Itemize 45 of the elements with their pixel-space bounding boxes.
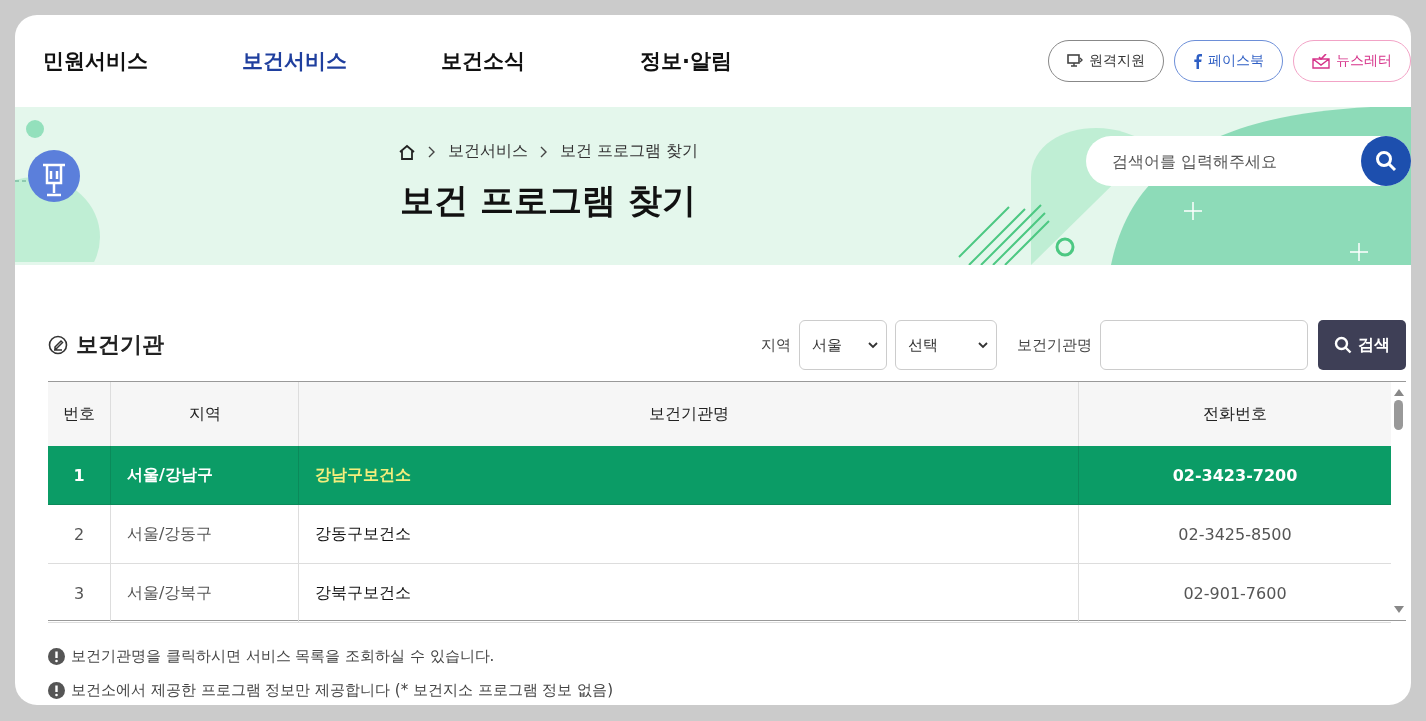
breadcrumb-link[interactable]: 보건서비스 <box>447 141 528 162</box>
table-cell: 3 <box>48 563 111 623</box>
table-cell: 1 <box>48 446 111 505</box>
table-link[interactable]: 강북구보건소 <box>298 563 1079 623</box>
column-header: 전화번호 <box>1078 382 1391 446</box>
search-button[interactable]: 검색 <box>1318 320 1406 370</box>
pencil-icon <box>48 335 68 355</box>
column-header: 지역 <box>110 382 299 446</box>
table-cell: 서울/강동구 <box>110 504 299 564</box>
nav-item[interactable]: 정보·알림 <box>640 47 839 75</box>
envelope-icon <box>1312 53 1330 69</box>
column-header: 번호 <box>48 382 111 446</box>
table-cell: 2 <box>48 504 111 564</box>
table-cell: 02-3423-7200 <box>1078 446 1391 505</box>
field-label: 보건기관명 <box>1017 335 1092 355</box>
note-text: 보건소에서 제공한 프로그램 정보만 제공합니다 (* 보건지소 프로그램 정보 없음) <box>71 680 614 700</box>
nav-item[interactable]: 민원서비스 <box>43 47 242 75</box>
home-icon[interactable] <box>397 143 416 160</box>
search-icon <box>1375 150 1397 172</box>
section-title: 보건기관 <box>76 331 164 359</box>
alert-icon <box>48 647 65 665</box>
medical-stand-icon <box>27 149 81 203</box>
chevron-icon <box>539 145 548 158</box>
facebook-icon <box>1193 53 1202 69</box>
breadcrumb-link[interactable]: 보건 프로그램 찾기 <box>559 141 699 162</box>
column-header: 보건기관명 <box>298 382 1079 446</box>
alert-icon <box>48 681 65 699</box>
nav-item[interactable]: 보건소식 <box>441 47 640 75</box>
search-icon <box>1334 336 1352 354</box>
table-cell: 서울/강남구 <box>110 446 299 505</box>
input-field[interactable] <box>1100 320 1308 370</box>
table-cell: 서울/강북구 <box>110 563 299 623</box>
page-title: 보건 프로그램 찾기 <box>400 179 696 222</box>
note-text: 보건기관명을 클릭하시면 서비스 목록을 조회하실 수 있습니다. <box>71 646 495 666</box>
caret-icon <box>868 341 878 349</box>
table-cell: 02-901-7600 <box>1078 563 1391 623</box>
nav-item[interactable]: 보건서비스 <box>242 47 441 75</box>
table-cell: 02-3425-8500 <box>1078 504 1391 564</box>
field-label: 지역 <box>761 335 791 355</box>
table-link[interactable]: 강동구보건소 <box>298 504 1079 564</box>
region-dropdown[interactable]: 서울 <box>799 320 887 370</box>
chevron-icon <box>427 145 436 158</box>
caret-icon <box>978 341 988 349</box>
district-dropdown[interactable]: 선택 <box>895 320 997 370</box>
monitor-icon <box>1067 54 1083 68</box>
